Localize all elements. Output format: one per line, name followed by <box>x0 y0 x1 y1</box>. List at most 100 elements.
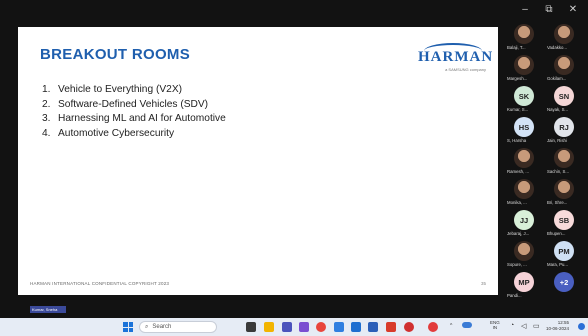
pdf-icon[interactable] <box>386 322 396 332</box>
clock[interactable]: 12:55 10-06-2024 <box>546 320 569 331</box>
participant-tile[interactable]: Sopure, ... <box>504 239 544 273</box>
app-icon[interactable] <box>368 322 378 332</box>
avatar <box>554 148 574 168</box>
taskbar-search[interactable]: ⌕ Search <box>139 321 217 333</box>
language-indicator[interactable]: ENG IN <box>490 320 500 330</box>
window-controls: – ⧉ ✕ <box>0 0 588 18</box>
outlook-icon[interactable] <box>351 322 361 332</box>
participant-tile[interactable]: Vadakko... <box>544 22 584 56</box>
task-view-icon[interactable] <box>246 322 256 332</box>
agenda-item-text: Vehicle to Everything (V2X) <box>58 84 183 95</box>
avatar: RJ <box>554 117 574 137</box>
participant-tile[interactable]: PM Mara, Pu... <box>544 239 584 273</box>
battery-icon[interactable]: ▭ <box>533 322 540 330</box>
avatar: SB <box>554 210 574 230</box>
avatar <box>514 55 534 75</box>
participant-tile[interactable]: Monika, ... <box>504 177 544 211</box>
participant-tile[interactable]: Balaji, T... <box>504 22 544 56</box>
participant-tile[interactable]: HS S, Harsha <box>504 115 544 149</box>
agenda-item-text: Software-Defined Vehicles (SDV) <box>58 98 209 110</box>
participant-tile[interactable]: RJ Jain, Rishi <box>544 115 584 149</box>
participant-name: Vadakko... <box>547 45 567 50</box>
participant-tile[interactable]: Bri, Shre... <box>544 177 584 211</box>
agenda-item-number: 3. <box>42 113 51 124</box>
file-explorer-icon[interactable] <box>264 322 274 332</box>
avatar <box>554 179 574 199</box>
agenda-list: 1. Vehicle to Everything (V2X) 2. Software… <box>42 83 226 141</box>
agenda-item-number: 1. <box>42 84 51 95</box>
meeting-window: – ⧉ ✕ BREAKOUT ROOMS HARMAN a SAMSUNG co… <box>0 0 588 318</box>
participant-name: Balaji, T... <box>507 45 526 50</box>
participant-name: Ramesh, ... <box>507 169 529 174</box>
logo-subtitle: a SAMSUNG company <box>445 67 486 72</box>
avatar: SN <box>554 86 574 106</box>
onedrive-icon[interactable] <box>462 322 472 328</box>
participant-tile[interactable]: +2 <box>544 270 584 304</box>
avatar <box>514 241 534 261</box>
harman-logo: HARMAN a SAMSUNG company <box>418 43 492 79</box>
participant-name: Jebaraj, J... <box>507 231 530 236</box>
teams-icon[interactable] <box>282 322 292 332</box>
avatar: JJ <box>514 210 534 230</box>
region-code: IN <box>492 325 498 330</box>
agenda-item-number: 4. <box>42 127 51 139</box>
participant-tile[interactable]: SB Bhupen... <box>544 208 584 242</box>
avatar <box>554 55 574 75</box>
search-icon: ⌕ <box>145 323 149 330</box>
avatar <box>554 24 574 44</box>
agenda-item-number: 2. <box>42 98 51 110</box>
windows-start-icon[interactable] <box>123 322 133 332</box>
avatar: SK <box>514 86 534 106</box>
logo-arc-icon <box>424 43 482 59</box>
participant-tile[interactable]: JJ Jebaraj, J... <box>504 208 544 242</box>
notification-icon[interactable] <box>578 323 585 330</box>
agenda-item: 3. Harnessing ML and AI for Automotive <box>42 112 226 127</box>
participant-name: Sachin, S... <box>547 169 569 174</box>
participant-name: Margesh... <box>507 76 528 81</box>
restore-button[interactable]: ⧉ <box>542 4 556 15</box>
participant-tile[interactable]: Gokilam... <box>544 53 584 87</box>
taskbar: ⌕ Search ^ ENG IN ◔ ◁ ▭ 12:55 10-06-2024 <box>0 318 588 336</box>
participant-name: Nayak, S... <box>547 107 569 112</box>
participant-name: S, Harsha <box>507 138 527 143</box>
onenote-icon[interactable] <box>299 322 309 332</box>
agenda-item-text: Harnessing ML and AI for Automotive <box>58 113 226 124</box>
agenda-item: 4. Automotive Cybersecurity <box>42 127 226 142</box>
avatar: MP <box>514 272 534 292</box>
wifi-icon[interactable]: ◔ <box>510 322 514 329</box>
avatar <box>514 179 534 199</box>
participant-tile[interactable]: Margesh... <box>504 53 544 87</box>
participant-tile[interactable]: Sachin, S... <box>544 146 584 180</box>
participant-tile[interactable]: MP Pandi... <box>504 270 544 304</box>
participant-tile[interactable]: SK Kumar, S... <box>504 84 544 118</box>
chrome-icon[interactable] <box>316 322 326 332</box>
avatar <box>514 148 534 168</box>
avatar <box>514 24 534 44</box>
search-placeholder: Search <box>152 324 172 330</box>
participant-tile[interactable]: SN Nayak, S... <box>544 84 584 118</box>
minimize-button[interactable]: – <box>518 4 532 15</box>
record-icon[interactable] <box>404 322 414 332</box>
volume-icon[interactable]: ◁ <box>521 322 526 330</box>
slide-footer: HARMAN INTERNATIONAL CONFIDENTIAL COPYRI… <box>30 281 170 286</box>
avatar: PM <box>554 241 574 261</box>
slide-title: BREAKOUT ROOMS <box>40 46 191 63</box>
more-participants-button[interactable]: +2 <box>554 272 574 292</box>
agenda-item: 1. Vehicle to Everything (V2X) <box>42 83 226 98</box>
participant-name: Kumar, S... <box>507 107 529 112</box>
avatar: HS <box>514 117 534 137</box>
clock-date: 10-06-2024 <box>546 325 570 331</box>
participant-name: Bri, Shre... <box>547 200 568 205</box>
shared-slide: BREAKOUT ROOMS HARMAN a SAMSUNG company … <box>18 27 498 295</box>
participant-name: Sopure, ... <box>507 262 527 267</box>
participant-name: Monika, ... <box>507 200 527 205</box>
close-button[interactable]: ✕ <box>566 4 580 15</box>
participant-name: Bhupen... <box>547 231 566 236</box>
todo-icon[interactable] <box>334 322 344 332</box>
participant-tile[interactable]: Ramesh, ... <box>504 146 544 180</box>
agenda-item: 2. Software-Defined Vehicles (SDV) <box>42 98 226 113</box>
participant-name: Pandi... <box>507 293 522 298</box>
tray-chevron-icon[interactable]: ^ <box>450 323 452 329</box>
zoom-app-icon[interactable] <box>428 322 438 332</box>
participant-name: Gokilam... <box>547 76 567 81</box>
